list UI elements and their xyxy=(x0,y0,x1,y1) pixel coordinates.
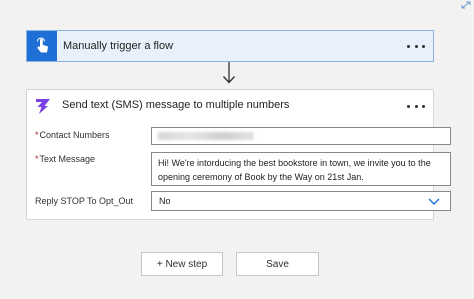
more-options-icon[interactable] xyxy=(407,39,425,53)
text-message-input[interactable]: Hi! We're intorducing the best bookstore… xyxy=(151,152,451,186)
reply-stop-value: No xyxy=(159,196,171,206)
required-mark: * xyxy=(35,130,39,140)
contact-numbers-label-text: Contact Numbers xyxy=(39,130,110,140)
action-title: Send text (SMS) message to multiple numb… xyxy=(62,99,290,111)
sms-action-card: Send text (SMS) message to multiple numb… xyxy=(26,89,451,220)
sms-icon xyxy=(33,96,53,116)
touch-icon xyxy=(27,31,57,61)
reply-stop-select[interactable]: No xyxy=(151,191,451,211)
reply-stop-label: Reply STOP To Opt_Out xyxy=(35,196,134,206)
required-mark: * xyxy=(35,154,39,164)
contact-numbers-input[interactable] xyxy=(151,127,451,145)
contact-numbers-label: *Contact Numbers xyxy=(35,130,110,140)
redacted-value xyxy=(158,132,254,140)
new-step-button[interactable]: + New step xyxy=(141,252,223,276)
action-header[interactable]: Send text (SMS) message to multiple numb… xyxy=(27,90,433,122)
text-message-label: *Text Message xyxy=(35,154,95,164)
trigger-title: Manually trigger a flow xyxy=(63,40,174,52)
more-options-icon[interactable] xyxy=(407,99,425,113)
text-message-label-text: Text Message xyxy=(39,154,96,164)
save-button[interactable]: Save xyxy=(236,252,319,276)
arrow-down-icon xyxy=(223,62,235,84)
chevron-down-icon xyxy=(428,198,440,205)
trigger-card[interactable]: Manually trigger a flow xyxy=(26,30,434,62)
expand-icon[interactable] xyxy=(460,0,472,10)
